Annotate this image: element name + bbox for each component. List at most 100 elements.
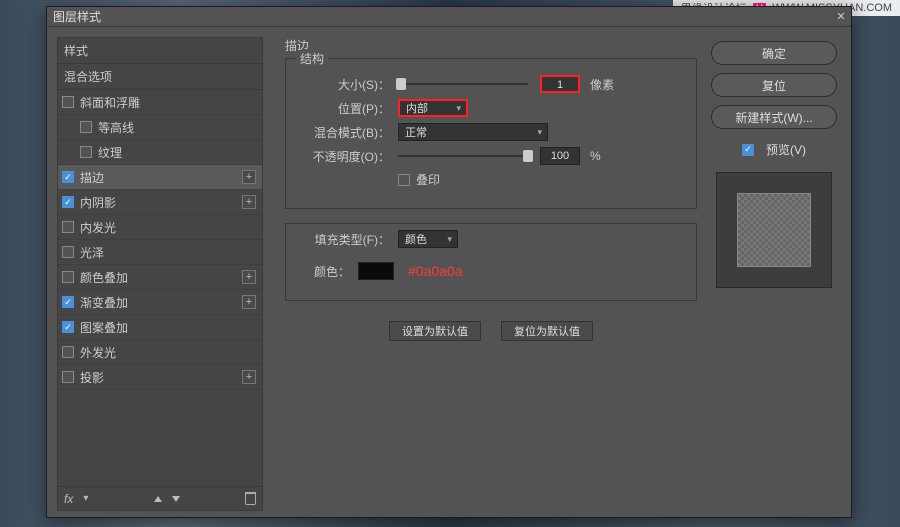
size-row: 大小(S)： 1 像素 bbox=[298, 75, 684, 93]
style-checkbox[interactable] bbox=[80, 146, 92, 158]
chevron-down-icon: ▾ bbox=[537, 127, 542, 138]
add-effect-icon[interactable]: + bbox=[242, 270, 256, 284]
preview-label: 预览(V) bbox=[766, 141, 806, 158]
structure-legend: 结构 bbox=[296, 50, 328, 67]
style-list: 斜面和浮雕等高线纹理描边 + 内阴影 + 内发光光泽颜色叠加 + 渐变叠加 + 图案叠加外发光投… bbox=[57, 90, 263, 487]
blendmode-row: 混合模式(B)： 正常▾ bbox=[298, 123, 684, 141]
close-icon[interactable]: ✕ bbox=[834, 9, 848, 23]
opacity-row: 不透明度(O)： 100 % bbox=[298, 147, 684, 165]
fill-fieldset: 填充类型(F)： 颜色▾ 颜色： #0a0a0a bbox=[285, 223, 697, 301]
layer-style-dialog: 图层样式 ✕ 样式 混合选项 斜面和浮雕等高线纹理描边+内阴影+内发光光泽颜色叠… bbox=[46, 6, 852, 518]
style-label: 外发光 bbox=[80, 344, 116, 361]
overprint-checkbox[interactable] bbox=[398, 174, 410, 186]
filltype-row: 填充类型(F)： 颜色▾ bbox=[298, 230, 684, 248]
sidebar-footer: fx ▾ bbox=[57, 487, 263, 511]
style-checkbox[interactable] bbox=[62, 221, 74, 233]
style-item-7[interactable]: 颜色叠加 + bbox=[58, 265, 262, 290]
styles-sidebar: 样式 混合选项 斜面和浮雕等高线纹理描边 + 内阴影 + 内发光光泽颜色叠加 + 渐变叠加 +… bbox=[47, 27, 271, 517]
move-down-icon[interactable] bbox=[172, 496, 180, 502]
add-effect-icon[interactable]: + bbox=[242, 370, 256, 384]
style-item-11[interactable]: 投影 + bbox=[58, 365, 262, 390]
style-label: 内阴影 bbox=[80, 194, 116, 211]
preview-swatch bbox=[737, 193, 811, 267]
preview-box bbox=[716, 172, 832, 288]
size-slider[interactable] bbox=[398, 77, 528, 91]
action-column: 确定 复位 新建样式(W)... 预览(V) bbox=[711, 27, 851, 517]
style-checkbox[interactable] bbox=[62, 196, 74, 208]
style-label: 斜面和浮雕 bbox=[80, 94, 140, 111]
style-label: 内发光 bbox=[80, 219, 116, 236]
style-label: 描边 bbox=[80, 169, 104, 186]
move-up-icon[interactable] bbox=[154, 496, 162, 502]
opacity-unit: % bbox=[590, 149, 601, 163]
style-item-2[interactable]: 纹理 bbox=[58, 140, 262, 165]
chevron-down-icon: ▾ bbox=[456, 103, 461, 114]
overprint-row: 叠印 bbox=[298, 171, 684, 188]
preview-toggle[interactable]: 预览(V) bbox=[711, 141, 837, 158]
make-default-button[interactable]: 设置为默认值 bbox=[389, 321, 481, 341]
structure-fieldset: 结构 大小(S)： 1 像素 位置(P)： 内部▾ bbox=[285, 58, 697, 209]
style-item-8[interactable]: 渐变叠加 + bbox=[58, 290, 262, 315]
cancel-button[interactable]: 复位 bbox=[711, 73, 837, 97]
style-checkbox[interactable] bbox=[62, 246, 74, 258]
filltype-label: 填充类型(F)： bbox=[298, 231, 398, 248]
styles-header[interactable]: 样式 bbox=[57, 37, 263, 64]
add-effect-icon[interactable]: + bbox=[242, 295, 256, 309]
style-item-3[interactable]: 描边 + bbox=[58, 165, 262, 190]
style-checkbox[interactable] bbox=[62, 171, 74, 183]
size-input[interactable]: 1 bbox=[540, 75, 580, 93]
ok-button[interactable]: 确定 bbox=[711, 41, 837, 65]
style-item-9[interactable]: 图案叠加 bbox=[58, 315, 262, 340]
color-hex: #0a0a0a bbox=[408, 263, 463, 279]
blendmode-label: 混合模式(B)： bbox=[298, 124, 398, 141]
style-item-6[interactable]: 光泽 bbox=[58, 240, 262, 265]
style-checkbox[interactable] bbox=[62, 371, 74, 383]
add-effect-icon[interactable]: + bbox=[242, 170, 256, 184]
opacity-slider[interactable] bbox=[398, 149, 528, 163]
position-select[interactable]: 内部▾ bbox=[398, 99, 468, 117]
style-label: 图案叠加 bbox=[80, 319, 128, 336]
trash-icon[interactable] bbox=[245, 492, 256, 505]
reset-default-button[interactable]: 复位为默认值 bbox=[501, 321, 593, 341]
chevron-down-icon: ▾ bbox=[447, 234, 452, 245]
fx-menu-icon[interactable]: ▾ bbox=[83, 493, 88, 504]
style-item-1[interactable]: 等高线 bbox=[58, 115, 262, 140]
style-label: 等高线 bbox=[98, 119, 134, 136]
blend-options-header[interactable]: 混合选项 bbox=[57, 64, 263, 90]
style-label: 渐变叠加 bbox=[80, 294, 128, 311]
panel-title: 描边 bbox=[285, 37, 697, 54]
preview-checkbox[interactable] bbox=[742, 144, 754, 156]
blendmode-select[interactable]: 正常▾ bbox=[398, 123, 548, 141]
opacity-input[interactable]: 100 bbox=[540, 147, 580, 165]
color-swatch[interactable] bbox=[358, 262, 394, 280]
style-item-10[interactable]: 外发光 bbox=[58, 340, 262, 365]
filltype-select[interactable]: 颜色▾ bbox=[398, 230, 458, 248]
style-label: 光泽 bbox=[80, 244, 104, 261]
titlebar: 图层样式 ✕ bbox=[47, 7, 851, 27]
color-label: 颜色： bbox=[298, 263, 358, 280]
color-row: 颜色： #0a0a0a bbox=[298, 262, 684, 280]
settings-panel: 描边 结构 大小(S)： 1 像素 位置(P)： 内部▾ bbox=[271, 27, 711, 517]
style-checkbox[interactable] bbox=[80, 121, 92, 133]
style-item-0[interactable]: 斜面和浮雕 bbox=[58, 90, 262, 115]
style-label: 颜色叠加 bbox=[80, 269, 128, 286]
style-item-4[interactable]: 内阴影 + bbox=[58, 190, 262, 215]
style-checkbox[interactable] bbox=[62, 296, 74, 308]
style-checkbox[interactable] bbox=[62, 96, 74, 108]
size-unit: 像素 bbox=[590, 76, 614, 93]
style-checkbox[interactable] bbox=[62, 346, 74, 358]
add-effect-icon[interactable]: + bbox=[242, 195, 256, 209]
new-style-button[interactable]: 新建样式(W)... bbox=[711, 105, 837, 129]
dialog-title: 图层样式 bbox=[53, 8, 101, 25]
style-checkbox[interactable] bbox=[62, 321, 74, 333]
style-label: 纹理 bbox=[98, 144, 122, 161]
opacity-label: 不透明度(O)： bbox=[298, 148, 398, 165]
overprint-label: 叠印 bbox=[416, 171, 440, 188]
position-row: 位置(P)： 内部▾ bbox=[298, 99, 684, 117]
style-item-5[interactable]: 内发光 bbox=[58, 215, 262, 240]
fx-icon[interactable]: fx bbox=[64, 492, 73, 506]
style-label: 投影 bbox=[80, 369, 104, 386]
style-checkbox[interactable] bbox=[62, 271, 74, 283]
position-label: 位置(P)： bbox=[298, 100, 398, 117]
size-label: 大小(S)： bbox=[298, 76, 398, 93]
